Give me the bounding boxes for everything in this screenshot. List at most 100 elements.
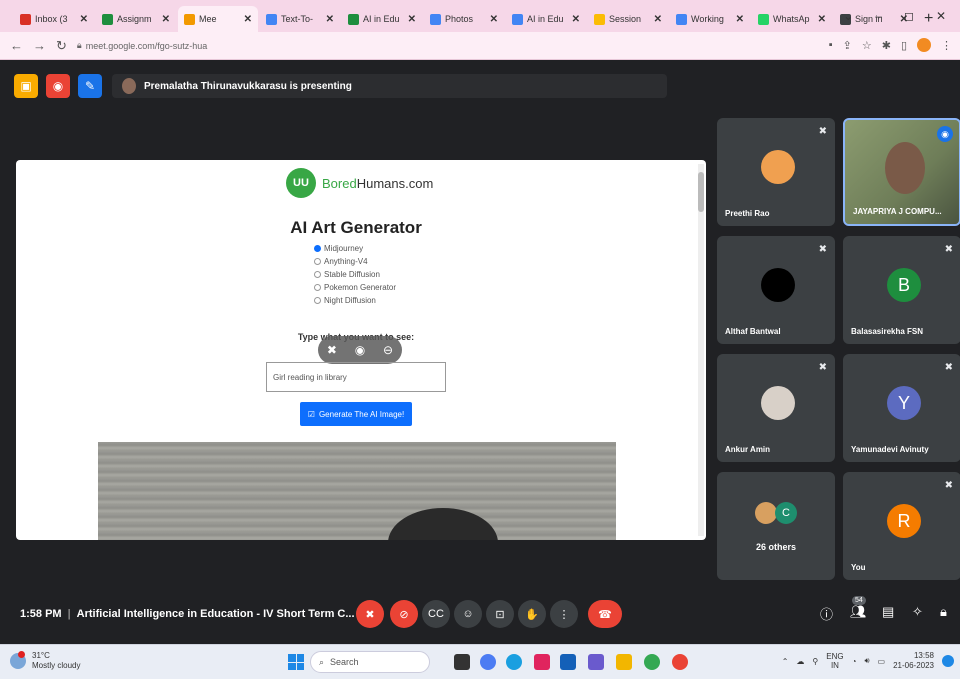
usb-icon[interactable]: ⚲ (812, 657, 818, 666)
model-radio[interactable]: Stable Diffusion (314, 270, 396, 279)
emoji-button[interactable]: ☺ (454, 600, 482, 628)
close-tab-icon[interactable]: ✕ (736, 14, 744, 25)
instagram-icon[interactable] (534, 654, 550, 670)
people-count-badge: 54 (852, 596, 866, 605)
participant-tile-5[interactable]: ✖ Y Yamunadevi Avinuty (843, 354, 960, 462)
maximize-icon[interactable]: ◻ (904, 9, 914, 23)
remove-icon[interactable]: ⊖ (383, 343, 393, 357)
profile-avatar[interactable] (917, 38, 931, 52)
task-view-icon[interactable] (454, 654, 470, 670)
tab-label: Inbox (3 (35, 14, 68, 24)
chrome-profile-icon[interactable] (672, 654, 688, 670)
chrome-icon[interactable] (644, 654, 660, 670)
forward-icon[interactable]: → (33, 38, 46, 53)
record-icon[interactable]: ◉ (46, 74, 70, 98)
photos-icon[interactable] (588, 654, 604, 670)
menu-icon[interactable]: ⋮ (941, 39, 952, 52)
browser-tab[interactable]: Session ✕ (588, 6, 668, 32)
chevron-down-icon[interactable]: ⌄ (843, 9, 853, 23)
browser-tab[interactable]: Mee ✕ (178, 6, 258, 32)
minimize-icon[interactable]: – (875, 9, 882, 23)
chat-icon[interactable]: ▤ (882, 604, 894, 620)
store-icon[interactable] (560, 654, 576, 670)
participant-tile-0[interactable]: ✖ Preethi Rao (717, 118, 835, 226)
more-options-button[interactable]: ⋮ (550, 600, 578, 628)
taskbar-search[interactable]: ⌕ Search (310, 651, 430, 673)
activities-icon[interactable]: ✧ (912, 604, 923, 620)
clock[interactable]: 13:58 21-06-2023 (893, 651, 934, 671)
mic-toggle-button[interactable]: ✖ (356, 600, 384, 628)
meeting-time: 1:58 PM (20, 608, 62, 620)
close-tab-icon[interactable]: ✕ (326, 14, 334, 25)
wifi-icon[interactable]: ◔ (852, 657, 857, 666)
weather-icon (10, 651, 26, 669)
browser-tab[interactable]: WhatsAp ✕ (752, 6, 832, 32)
lock-icon[interactable]: 🔒︎ (940, 604, 947, 620)
close-tab-icon[interactable]: ✕ (162, 14, 170, 25)
close-tab-icon[interactable]: ✕ (490, 14, 498, 25)
close-tab-icon[interactable]: ✕ (572, 14, 580, 25)
close-tab-icon[interactable]: ✕ (244, 14, 252, 25)
notifications-icon[interactable] (942, 655, 954, 667)
close-tab-icon[interactable]: ✕ (408, 14, 416, 25)
cloud-icon[interactable]: ☁ (796, 657, 804, 666)
close-icon[interactable]: ✕ (936, 9, 946, 23)
chevron-up-icon[interactable]: ⌃ (782, 657, 789, 666)
video-call-icon[interactable] (480, 654, 496, 670)
browser-tab[interactable]: Photos ✕ (424, 6, 504, 32)
camera-toggle-button[interactable]: ⊘ (390, 600, 418, 628)
tab-label: Session (609, 14, 642, 24)
prompt-input[interactable]: Girl reading in library (266, 362, 446, 392)
close-tab-icon[interactable]: ✕ (654, 14, 662, 25)
browser-tab[interactable]: Assignm ✕ (96, 6, 176, 32)
scrollbar[interactable] (698, 164, 704, 536)
file-explorer-icon[interactable] (616, 654, 632, 670)
share-icon[interactable]: ⇪ (843, 39, 852, 52)
participant-tile-self[interactable]: ✖ R You (843, 472, 960, 580)
back-icon[interactable]: ← (10, 38, 23, 53)
raise-hand-button[interactable]: ✋ (518, 600, 546, 628)
model-radio[interactable]: Midjourney (314, 244, 396, 253)
model-radio[interactable]: Night Diffusion (314, 296, 396, 305)
participant-tile-2[interactable]: ✖ Althaf Bantwal (717, 236, 835, 344)
leave-call-button[interactable]: ☎ (588, 600, 622, 628)
activities-icon[interactable]: ▣ (14, 74, 38, 98)
windows-start-icon[interactable] (288, 654, 304, 670)
avatar (761, 268, 795, 302)
whiteboard-icon[interactable]: ✎ (78, 74, 102, 98)
generate-button[interactable]: ☑ Generate The AI Image! (300, 402, 412, 426)
tab-favicon-icon (184, 13, 195, 25)
close-tab-icon[interactable]: ✕ (818, 14, 826, 25)
participant-tile-1[interactable]: ◉ JAYAPRIYA J COMPU... (843, 118, 960, 226)
extensions-icon[interactable]: ✱ (882, 39, 891, 52)
url-field[interactable]: 🔒︎ meet.google.com/fgo-sutz-hua (77, 40, 207, 51)
browser-tab[interactable]: AI in Edu ✕ (342, 6, 422, 32)
tab-label: AI in Edu (527, 14, 564, 24)
model-radio[interactable]: Anything-V4 (314, 257, 396, 266)
others-tile[interactable]: C 26 others (717, 472, 835, 580)
weather-widget[interactable]: 31°C Mostly cloudy (10, 651, 80, 671)
browser-tab[interactable]: Working ✕ (670, 6, 750, 32)
info-icon[interactable]: ⓘ (820, 604, 833, 623)
participant-tile-4[interactable]: ✖ Ankur Amin (717, 354, 835, 462)
participant-tile-3[interactable]: ✖ B Balasasirekha FSN (843, 236, 960, 344)
close-tab-icon[interactable]: ✕ (80, 14, 88, 25)
present-button[interactable]: ⊡ (486, 600, 514, 628)
volume-icon[interactable]: 🔊︎ (864, 656, 869, 666)
edge-icon[interactable] (506, 654, 522, 670)
battery-icon[interactable]: ▭ (878, 657, 886, 666)
people-icon[interactable]: 54 👥︎ (850, 596, 867, 620)
volume-icon[interactable]: ◉ (355, 343, 365, 357)
model-radio[interactable]: Pokemon Generator (314, 283, 396, 292)
sidebar-icon[interactable]: ▯ (901, 39, 907, 52)
star-icon[interactable]: ☆ (862, 39, 872, 52)
browser-tab[interactable]: Inbox (3 ✕ (14, 6, 94, 32)
browser-tab[interactable]: AI in Edu ✕ (506, 6, 586, 32)
radio-dot (314, 245, 321, 252)
language-indicator[interactable]: ENG IN (826, 652, 843, 670)
reload-icon[interactable]: ↻ (56, 38, 67, 54)
mic-off-icon[interactable]: ✖ (327, 343, 337, 357)
captions-button[interactable]: CC (422, 600, 450, 628)
browser-tab[interactable]: Text-To- ✕ (260, 6, 340, 32)
camera-icon[interactable]: ▪ (829, 39, 833, 51)
